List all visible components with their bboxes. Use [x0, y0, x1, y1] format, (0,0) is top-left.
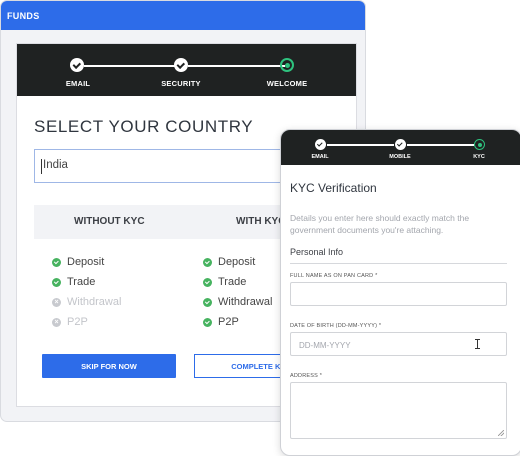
step-email-check-icon: [70, 58, 84, 72]
feature-label: Deposit: [67, 256, 105, 268]
step-kyc-active-icon: [474, 139, 485, 150]
step-label-email: EMAIL: [65, 79, 91, 88]
skip-for-now-button[interactable]: SKIP FOR NOW: [42, 354, 176, 378]
stepper-line: [327, 144, 394, 146]
app-header: FUNDS: [1, 1, 365, 30]
check-circle-icon: [203, 297, 212, 307]
without-kyc-heading: WITHOUT KYC: [74, 216, 145, 227]
feature-item-disabled: × P2P: [52, 316, 88, 328]
feature-label: Trade: [67, 276, 96, 288]
feature-item: Trade: [52, 276, 95, 288]
full-name-label: FULL NAME AS ON PAN CARD *: [290, 273, 378, 279]
stepper: EMAIL SECURITY WELCOME: [17, 44, 356, 96]
feature-item: Trade: [203, 276, 246, 288]
feature-label: Withdrawal: [67, 296, 122, 308]
feature-label: Trade: [218, 276, 247, 288]
full-name-field[interactable]: [290, 282, 507, 306]
resize-grip-icon[interactable]: [498, 430, 504, 436]
kyc-verification-card: EMAIL MOBILE KYC KYC Verification Detail…: [280, 129, 520, 456]
feature-item: Deposit: [203, 256, 255, 268]
text-cursor-icon: [475, 339, 481, 349]
kyc-description: Details you enter here should exactly ma…: [290, 213, 470, 235]
text-caret: [41, 159, 42, 174]
feature-label: P2P: [218, 316, 239, 328]
kyc-stepper: EMAIL MOBILE KYC: [281, 130, 520, 165]
kyc-title: KYC Verification: [290, 181, 377, 195]
with-kyc-heading: WITH KYC: [236, 216, 286, 227]
feature-item: Withdrawal: [203, 296, 272, 308]
check-circle-icon: [203, 257, 212, 267]
step-label-kyc: KYC: [473, 154, 485, 160]
check-circle-icon: [52, 277, 61, 287]
step-email-check-icon: [315, 139, 326, 150]
step-label-email: EMAIL: [311, 154, 329, 160]
feature-label: Withdrawal: [218, 296, 273, 308]
section-heading: Personal Info: [290, 247, 344, 257]
stepper-line: [84, 65, 181, 67]
feature-item: Deposit: [52, 256, 104, 268]
feature-label: Deposit: [218, 256, 256, 268]
step-label-welcome: WELCOME: [266, 79, 308, 88]
app-title: FUNDS: [7, 10, 40, 21]
section-divider: [290, 263, 507, 264]
date-of-birth-field[interactable]: DD-MM-YYYY: [290, 332, 507, 356]
dob-placeholder: DD-MM-YYYY: [299, 341, 351, 350]
stepper-line: [407, 144, 474, 146]
address-label: ADDRESS *: [290, 373, 323, 379]
feature-item-disabled: × Withdrawal: [52, 296, 121, 308]
step-label-mobile: MOBILE: [389, 154, 411, 160]
stepper-line: [188, 65, 285, 67]
step-security-check-icon: [174, 58, 188, 72]
step-label-security: SECURITY: [161, 79, 201, 88]
check-circle-icon: [203, 317, 212, 327]
step-mobile-check-icon: [395, 139, 406, 150]
feature-label: P2P: [67, 316, 88, 328]
feature-item: P2P: [203, 316, 239, 328]
country-value: India: [43, 159, 68, 171]
dob-label: DATE OF BIRTH (DD-MM-YYYY) *: [290, 323, 382, 329]
x-circle-icon: ×: [52, 297, 61, 307]
page-title: SELECT YOUR COUNTRY: [34, 117, 254, 136]
check-circle-icon: [203, 277, 212, 287]
check-circle-icon: [52, 257, 61, 267]
x-circle-icon: ×: [52, 317, 61, 327]
address-field[interactable]: [290, 382, 507, 439]
step-welcome-active-icon: [280, 58, 294, 72]
